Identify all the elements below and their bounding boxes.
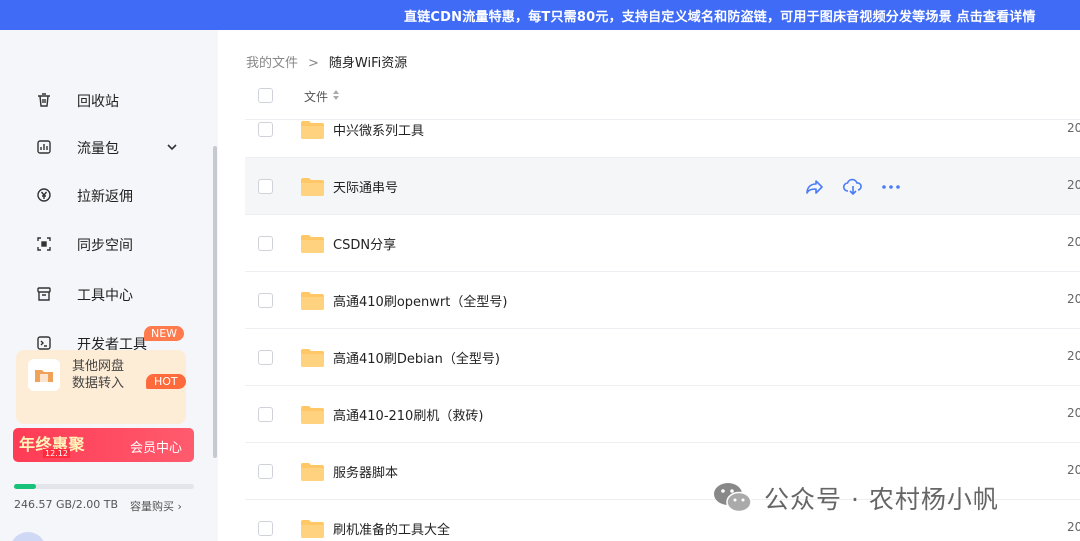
sidebar-item-referral[interactable]: 拉新返佣 bbox=[0, 175, 218, 215]
new-badge: NEW bbox=[144, 326, 185, 341]
sidebar-item-recycle-bin[interactable]: 回收站 bbox=[0, 80, 218, 120]
file-name[interactable]: 刷机准备的工具大全 bbox=[333, 519, 450, 538]
traffic-package-icon bbox=[37, 140, 51, 154]
share-icon[interactable] bbox=[805, 177, 825, 197]
file-date: 20 bbox=[1067, 463, 1080, 477]
folder-icon bbox=[301, 463, 324, 481]
buy-storage-link[interactable]: 容量购买 › bbox=[130, 498, 182, 514]
breadcrumb: 我的文件 > 随身WiFi资源 bbox=[246, 52, 407, 71]
sidebar-item-traffic-package[interactable]: 流量包 bbox=[0, 127, 218, 167]
terminal-icon bbox=[37, 336, 51, 350]
file-name[interactable]: 中兴微系列工具 bbox=[333, 120, 424, 139]
folder-icon bbox=[301, 520, 324, 538]
wechat-watermark: 公众号 · 农村杨小帆 bbox=[712, 478, 999, 518]
breadcrumb-root[interactable]: 我的文件 bbox=[246, 56, 298, 71]
chevron-right-icon: › bbox=[177, 500, 182, 513]
sidebar-scrollbar[interactable] bbox=[213, 146, 217, 458]
folder-icon bbox=[301, 349, 324, 367]
folder-icon bbox=[301, 292, 324, 310]
chevron-down-icon[interactable] bbox=[166, 141, 178, 153]
top-promo-banner[interactable]: 直链CDN流量特惠，每T只需80元，支持自定义域名和防盗链，可用于图床音视频分发… bbox=[0, 0, 1080, 30]
row-checkbox[interactable] bbox=[258, 350, 273, 365]
file-name[interactable]: CSDN分享 bbox=[333, 234, 396, 253]
row-checkbox[interactable] bbox=[258, 521, 273, 536]
storage-usage-text: 246.57 GB/2.00 TB bbox=[14, 498, 119, 511]
file-date: 20 bbox=[1067, 406, 1080, 420]
table-row[interactable]: 天际通串号 20 bbox=[245, 158, 1080, 215]
row-checkbox[interactable] bbox=[258, 236, 273, 251]
table-row[interactable]: 高通410刷openwrt（全型号) 20 bbox=[245, 272, 1080, 329]
row-checkbox[interactable] bbox=[258, 407, 273, 422]
wechat-icon bbox=[714, 483, 752, 513]
file-name[interactable]: 服务器脚本 bbox=[333, 462, 398, 481]
file-date: 20 bbox=[1067, 235, 1080, 249]
row-checkbox[interactable] bbox=[258, 293, 273, 308]
row-checkbox[interactable] bbox=[258, 122, 273, 137]
file-date: 20 bbox=[1067, 349, 1080, 363]
file-date: 20 bbox=[1067, 520, 1080, 534]
watermark-text: 公众号 · 农村杨小帆 bbox=[764, 485, 999, 514]
storage-usage-fill bbox=[14, 484, 36, 489]
file-date: 20 bbox=[1067, 121, 1080, 135]
import-card-line2: 数据转入 bbox=[72, 376, 125, 391]
folder-icon bbox=[301, 406, 324, 424]
row-actions bbox=[805, 177, 915, 197]
table-row[interactable]: CSDN分享 20 bbox=[245, 215, 1080, 272]
breadcrumb-current: 随身WiFi资源 bbox=[328, 56, 408, 71]
more-icon[interactable] bbox=[881, 177, 901, 197]
promo-date-badge: 12.12 bbox=[43, 449, 70, 458]
file-date: 20 bbox=[1067, 292, 1080, 306]
file-name[interactable]: 天际通串号 bbox=[333, 177, 398, 196]
row-checkbox[interactable] bbox=[258, 464, 273, 479]
sidebar-item-label: 流量包 bbox=[77, 141, 119, 157]
toolbox-icon bbox=[37, 287, 51, 301]
vip-center-banner[interactable]: 年终惠聚 12.12 会员中心 bbox=[13, 428, 194, 462]
sidebar-item-label: 工具中心 bbox=[77, 288, 133, 304]
hot-badge: HOT bbox=[146, 374, 186, 389]
sidebar-item-label: 回收站 bbox=[77, 94, 119, 110]
sync-space-icon bbox=[37, 237, 51, 251]
import-folder-icon bbox=[28, 359, 60, 391]
sidebar-item-tool-center[interactable]: 工具中心 bbox=[0, 274, 218, 314]
storage-usage-bar bbox=[14, 484, 194, 489]
folder-icon bbox=[301, 235, 324, 253]
row-checkbox[interactable] bbox=[258, 179, 273, 194]
yuan-coin-icon bbox=[37, 188, 51, 202]
file-name[interactable]: 高通410刷Debian（全型号) bbox=[333, 348, 500, 367]
table-row[interactable]: 中兴微系列工具 20 bbox=[245, 101, 1080, 158]
sort-icon[interactable] bbox=[331, 88, 341, 102]
import-card-line1: 其他网盘 bbox=[72, 359, 125, 374]
table-row[interactable]: 高通410刷Debian（全型号) 20 bbox=[245, 329, 1080, 386]
vip-center-label: 会员中心 bbox=[130, 441, 183, 456]
sidebar-item-sync-space[interactable]: 同步空间 bbox=[0, 224, 218, 264]
file-name[interactable]: 高通410刷openwrt（全型号) bbox=[333, 291, 507, 310]
buy-storage-label: 容量购买 bbox=[130, 500, 174, 513]
folder-icon bbox=[301, 121, 324, 139]
table-row[interactable]: 高通410-210刷机（救砖) 20 bbox=[245, 386, 1080, 443]
breadcrumb-separator: > bbox=[308, 56, 319, 71]
sidebar-item-label: 拉新返佣 bbox=[77, 189, 133, 205]
file-date: 20 bbox=[1067, 178, 1080, 192]
trash-icon bbox=[38, 93, 50, 107]
folder-icon bbox=[301, 178, 324, 196]
promo-banner-text[interactable]: 直链CDN流量特惠，每T只需80元，支持自定义域名和防盗链，可用于图床音视频分发… bbox=[404, 6, 1036, 25]
sidebar-item-label: 同步空间 bbox=[77, 238, 133, 254]
download-icon[interactable] bbox=[843, 177, 863, 197]
file-name[interactable]: 高通410-210刷机（救砖) bbox=[333, 405, 483, 424]
